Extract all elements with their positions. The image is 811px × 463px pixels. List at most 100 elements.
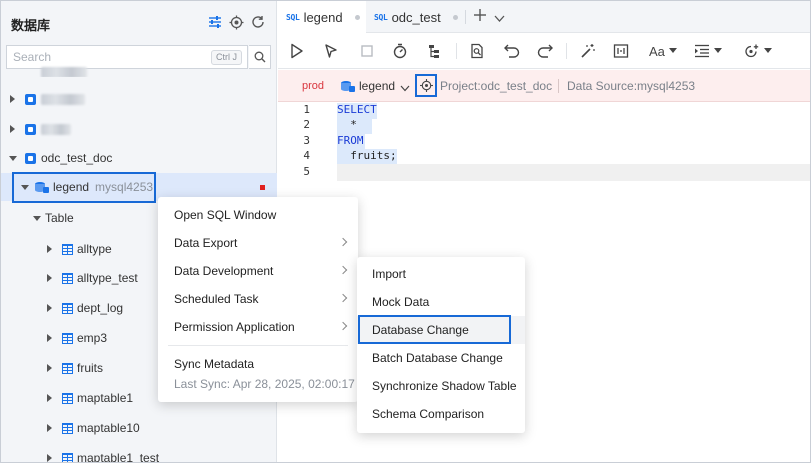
table-row[interactable]: maptable10 — [1, 414, 277, 442]
tree-label: maptable1_test — [77, 451, 160, 463]
caret-right-icon[interactable] — [10, 95, 15, 103]
add-tab-icon[interactable] — [473, 8, 487, 25]
menu-item-label: Data Development — [174, 264, 274, 278]
chevron-right-icon — [338, 293, 348, 303]
caret-right-icon[interactable] — [47, 304, 52, 312]
line-number: 1 — [303, 103, 310, 116]
tab-legend[interactable]: SQL legend — [278, 1, 366, 33]
tree-row-redacted-2[interactable] — [1, 115, 277, 143]
find-document-icon[interactable] — [469, 41, 485, 61]
menu-item-label: Sync Metadata — [174, 357, 255, 371]
tree-label: alltype — [77, 242, 112, 256]
tree-label: emp3 — [77, 331, 108, 345]
tree-label: alltype_test — [77, 271, 138, 285]
indent-icon — [695, 44, 709, 58]
highlight-outline — [358, 315, 511, 344]
table-icon — [62, 363, 73, 374]
submenu-item-schema-comparison[interactable]: Schema Comparison — [357, 400, 525, 428]
snippet-icon — [745, 44, 759, 57]
highlight-outline — [12, 172, 156, 203]
caret-right-icon[interactable] — [47, 334, 52, 342]
code-line: FROM — [337, 134, 364, 147]
caret-down-icon[interactable] — [9, 156, 17, 161]
data-development-submenu: Import Mock Data Database Change Batch D… — [357, 257, 525, 433]
caret-right-icon[interactable] — [47, 245, 52, 253]
locate-database-button[interactable] — [415, 74, 437, 97]
timer-icon[interactable] — [392, 41, 408, 61]
editor-tab-bar: SQL legend SQL odc_test — [278, 1, 810, 33]
submenu-item-import[interactable]: Import — [357, 260, 525, 288]
unsaved-dot-icon[interactable] — [452, 14, 458, 20]
toolbar-divider — [456, 43, 457, 59]
submenu-item-mock-data[interactable]: Mock Data — [357, 288, 525, 316]
caret-right-icon[interactable] — [47, 454, 52, 462]
unsaved-dot-icon[interactable] — [354, 14, 360, 20]
run-icon[interactable] — [290, 41, 304, 61]
current-line-highlight — [337, 164, 810, 181]
menu-item-scheduled-task[interactable]: Scheduled Task — [158, 285, 358, 313]
snippet-button[interactable] — [743, 41, 772, 61]
tree-row-connection[interactable]: odc_test_doc — [1, 144, 277, 172]
refresh-icon[interactable] — [249, 13, 267, 31]
database-selector[interactable]: legend — [359, 79, 395, 93]
execution-plan-icon[interactable] — [427, 41, 443, 61]
session-info-bar: prod legend Project:odc_test_doc Data So… — [278, 70, 810, 102]
menu-item-data-export[interactable]: Data Export — [158, 229, 358, 257]
text-size-icon[interactable] — [613, 41, 629, 61]
caret-right-icon[interactable] — [47, 274, 52, 282]
sql-file-icon: SQL — [286, 12, 300, 22]
caret-down-icon — [714, 48, 722, 53]
chevron-down-icon[interactable] — [400, 81, 410, 95]
chevron-right-icon — [338, 265, 348, 275]
caret-down-icon[interactable] — [33, 216, 41, 221]
menu-item-permission-application[interactable]: Permission Application — [158, 313, 358, 341]
table-icon — [62, 303, 73, 314]
menu-item-open-sql-window[interactable]: Open SQL Window — [158, 201, 358, 229]
submenu-item-synchronize-shadow-table[interactable]: Synchronize Shadow Table — [357, 372, 525, 400]
redo-icon[interactable] — [537, 41, 553, 61]
undo-icon[interactable] — [504, 41, 520, 61]
caret-right-icon[interactable] — [47, 424, 52, 432]
tree-row-partial[interactable] — [1, 59, 277, 77]
tab-label: legend — [303, 9, 343, 25]
chevron-right-icon — [338, 321, 348, 331]
filter-sliders-icon[interactable] — [206, 13, 224, 31]
indent-button[interactable] — [694, 41, 722, 61]
menu-divider — [168, 345, 348, 346]
tab-divider — [465, 10, 466, 24]
line-number: 4 — [303, 149, 310, 162]
datasource-icon — [25, 94, 36, 105]
caret-down-icon — [668, 48, 677, 53]
project-label: Project:odc_test_doc — [440, 79, 553, 93]
last-sync-timestamp: Last Sync: Apr 28, 2025, 02:00:17 — [174, 377, 355, 391]
menu-item-data-development[interactable]: Data Development — [158, 257, 358, 285]
table-icon — [62, 393, 73, 404]
caret-down-icon — [764, 48, 772, 53]
tree-row-redacted-1[interactable] — [1, 85, 277, 113]
chevron-down-icon[interactable] — [494, 12, 505, 26]
case-format-button[interactable]: Aa — [649, 41, 677, 61]
tab-odc-test[interactable]: SQL odc_test — [374, 1, 468, 33]
locate-target-icon[interactable] — [227, 13, 245, 31]
stop-icon[interactable] — [360, 41, 374, 61]
caret-right-icon[interactable] — [47, 364, 52, 372]
menu-item-label: Synchronize Shadow Table — [372, 379, 517, 393]
menu-item-sync-metadata[interactable]: Sync Metadata — [158, 350, 358, 378]
toolbar-divider — [566, 43, 567, 59]
submenu-item-batch-database-change[interactable]: Batch Database Change — [357, 344, 525, 372]
tab-label: odc_test — [391, 9, 441, 25]
run-current-icon[interactable] — [324, 41, 340, 61]
caret-right-icon[interactable] — [10, 125, 15, 133]
menu-item-label: Batch Database Change — [372, 351, 503, 365]
database-context-menu: Open SQL Window Data Export Data Develop… — [158, 197, 358, 402]
magic-wand-icon[interactable] — [580, 41, 596, 61]
menu-item-label: Scheduled Task — [174, 292, 259, 306]
tree-label: fruits — [77, 361, 104, 375]
menu-item-label: Open SQL Window — [174, 208, 277, 222]
tree-label: maptable10 — [77, 421, 140, 435]
case-format-label: Aa — [649, 43, 665, 59]
editor-toolbar: Aa — [278, 33, 810, 69]
caret-right-icon[interactable] — [47, 394, 52, 402]
table-row[interactable]: maptable1_test — [1, 444, 277, 463]
code-line: SELECT — [337, 103, 377, 116]
